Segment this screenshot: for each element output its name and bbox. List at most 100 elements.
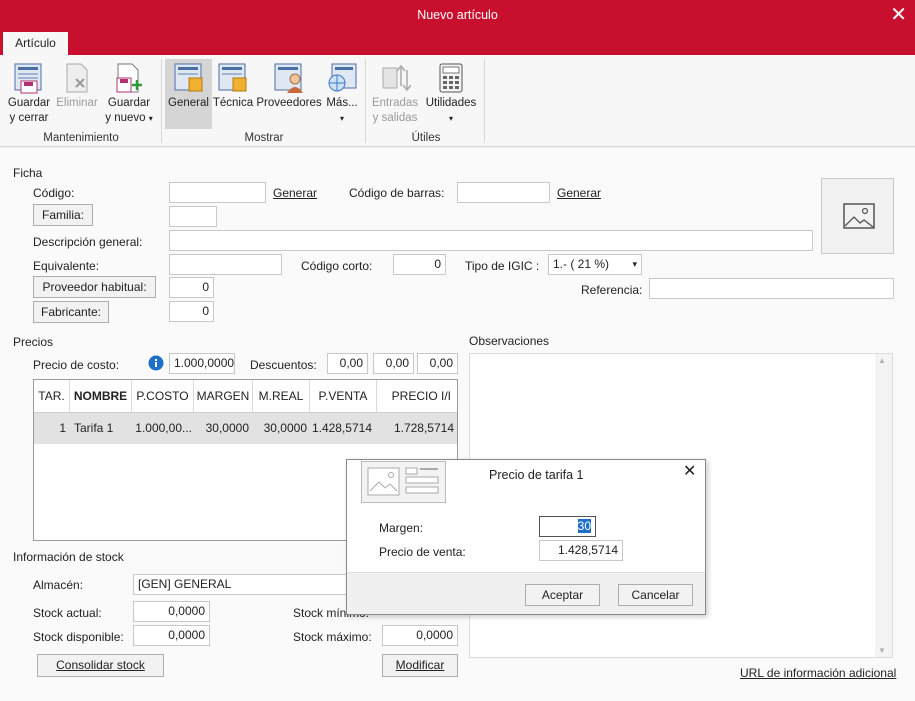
guardar-nuevo-button[interactable]: Guardar y nuevo ▾ <box>101 59 157 129</box>
tipo-igic-value: 1.- ( 21 %) <box>553 257 610 271</box>
column-header[interactable]: P.COSTO <box>132 380 194 412</box>
observaciones-label: Observaciones <box>469 334 550 348</box>
fabricante-field[interactable]: 0 <box>169 301 214 322</box>
aceptar-button[interactable]: Aceptar <box>525 584 600 606</box>
descuento-3-field[interactable]: 0,00 <box>417 353 458 374</box>
dialog-title: Precio de tarifa 1 <box>489 468 584 482</box>
codigo-field[interactable] <box>169 182 266 203</box>
margen-label: Margen: <box>379 521 424 535</box>
margen-input-value: 30 <box>577 519 591 533</box>
tecnica-label: Técnica <box>212 97 254 109</box>
mas-button[interactable]: Más... ▾ <box>324 59 360 129</box>
referencia-field[interactable] <box>649 278 894 299</box>
chevron-down-icon: ▾ <box>148 114 153 123</box>
article-form: Ficha Código: Generar Código de barras: … <box>0 148 915 701</box>
stock-actual-label: Stock actual: <box>33 606 102 620</box>
chevron-down-icon[interactable]: ▾ <box>632 255 637 274</box>
guardar-cerrar-label-2: y cerrar <box>9 112 49 124</box>
guardar-cerrar-button[interactable]: Guardar y cerrar <box>5 59 53 129</box>
column-header[interactable]: MARGEN <box>194 380 253 412</box>
guardar-cerrar-label: Guardar <box>7 97 51 109</box>
modificar-button[interactable]: Modificar <box>382 654 458 677</box>
fabricante-button[interactable]: Fabricante: <box>33 301 109 323</box>
stock-maximo-label: Stock máximo: <box>293 630 372 644</box>
precio-costo-field[interactable]: 1.000,0000 <box>169 353 235 374</box>
table-row[interactable]: 1 Tarifa 1 1.000,00... 30,0000 30,0000 1… <box>34 413 457 444</box>
dialog-close-icon[interactable]: ✕ <box>683 461 696 480</box>
proveedores-button[interactable]: Proveedores <box>256 59 322 129</box>
descripcion-field[interactable] <box>169 230 813 251</box>
chevron-down-icon: ▾ <box>339 114 344 123</box>
codigo-corto-label: Código corto: <box>301 259 373 273</box>
stock-disponible-field[interactable]: 0,0000 <box>133 625 210 646</box>
descuento-1-field[interactable]: 0,00 <box>327 353 368 374</box>
tecnica-button[interactable]: Técnica <box>212 59 254 129</box>
cell-m-real: 30,0000 <box>263 421 307 435</box>
familia-field[interactable] <box>169 206 217 227</box>
stock-disponible-label: Stock disponible: <box>33 630 124 644</box>
equivalente-field[interactable] <box>169 254 282 275</box>
url-info-link[interactable]: URL de información adicional <box>740 666 896 680</box>
info-icon[interactable] <box>148 355 164 371</box>
column-header[interactable]: TAR. <box>34 380 70 412</box>
descuento-2-field[interactable]: 0,00 <box>373 353 414 374</box>
general-icon <box>174 63 202 92</box>
entradas-salidas-icon <box>382 64 411 92</box>
column-header[interactable]: PRECIO I/I <box>377 380 457 412</box>
scroll-up-icon[interactable]: ▲ <box>878 356 886 365</box>
generar-codigo-link[interactable]: Generar <box>273 186 317 200</box>
proveedor-field[interactable]: 0 <box>169 277 214 298</box>
descuentos-label: Descuentos: <box>250 358 317 372</box>
stock-actual-field[interactable]: 0,0000 <box>133 601 210 622</box>
cancelar-button[interactable]: Cancelar <box>618 584 693 606</box>
proveedores-label: Proveedores <box>256 97 322 109</box>
column-header[interactable]: P.VENTA <box>310 380 377 412</box>
tipo-igic-select[interactable]: 1.- ( 21 %) ▾ <box>548 254 642 275</box>
tab-articulo[interactable]: Artículo <box>3 32 68 55</box>
ribbon-separator <box>484 59 485 143</box>
column-header[interactable]: NOMBRE <box>70 380 132 412</box>
article-image[interactable] <box>821 178 894 254</box>
cell-tar: 1 <box>59 421 66 435</box>
margen-input[interactable]: 30 <box>539 516 596 537</box>
calculator-icon <box>439 63 463 93</box>
equivalente-label: Equivalente: <box>33 259 100 273</box>
tecnica-icon <box>218 63 247 92</box>
eliminar-label: Eliminar <box>56 97 98 109</box>
ribbon-separator <box>365 59 366 143</box>
group-mostrar: Mostrar <box>244 132 284 144</box>
precio-venta-input[interactable]: 1.428,5714 <box>539 540 623 561</box>
proveedor-habitual-button[interactable]: Proveedor habitual: <box>33 276 156 298</box>
cell-precio-ii: 1.728,5714 <box>393 421 454 435</box>
price-tag-icon <box>361 461 446 503</box>
save-close-icon <box>14 63 42 94</box>
precio-venta-label: Precio de venta: <box>379 545 466 559</box>
utilidades-button[interactable]: Utilidades ▾ <box>423 59 479 129</box>
codigo-barras-field[interactable] <box>457 182 550 203</box>
ribbon-tabstrip: Artículo <box>0 31 915 55</box>
almacen-field[interactable]: [GEN] GENERAL <box>133 574 353 595</box>
scrollbar[interactable]: ▲ ▼ <box>875 354 892 657</box>
chevron-down-icon: ▾ <box>448 114 453 123</box>
stock-maximo-field[interactable]: 0,0000 <box>382 625 458 646</box>
codigo-corto-field[interactable]: 0 <box>393 254 446 275</box>
consolidar-stock-button[interactable]: Consolidar stock <box>37 654 164 677</box>
scroll-down-icon[interactable]: ▼ <box>878 646 886 655</box>
ribbon: Guardar y cerrar Eliminar Guardar y nuev… <box>0 55 915 147</box>
referencia-label: Referencia: <box>581 283 643 297</box>
entradas-salidas-button[interactable]: Entradas y salidas <box>369 59 421 129</box>
almacen-label: Almacén: <box>33 578 84 592</box>
generar-barras-link[interactable]: Generar <box>557 186 601 200</box>
codigo-barras-label: Código de barras: <box>349 186 445 200</box>
column-header[interactable]: M.REAL <box>253 380 310 412</box>
close-icon[interactable]: ✕ <box>890 3 907 25</box>
cell-margen: 30,0000 <box>205 421 249 435</box>
save-new-icon <box>116 63 142 93</box>
proveedores-icon <box>274 63 303 93</box>
familia-button[interactable]: Familia: <box>33 204 93 226</box>
cell-nombre: Tarifa 1 <box>74 421 114 435</box>
general-label: General <box>168 97 209 109</box>
delete-icon <box>66 63 88 93</box>
general-button[interactable]: General <box>165 59 212 129</box>
eliminar-button[interactable]: Eliminar <box>54 59 100 129</box>
